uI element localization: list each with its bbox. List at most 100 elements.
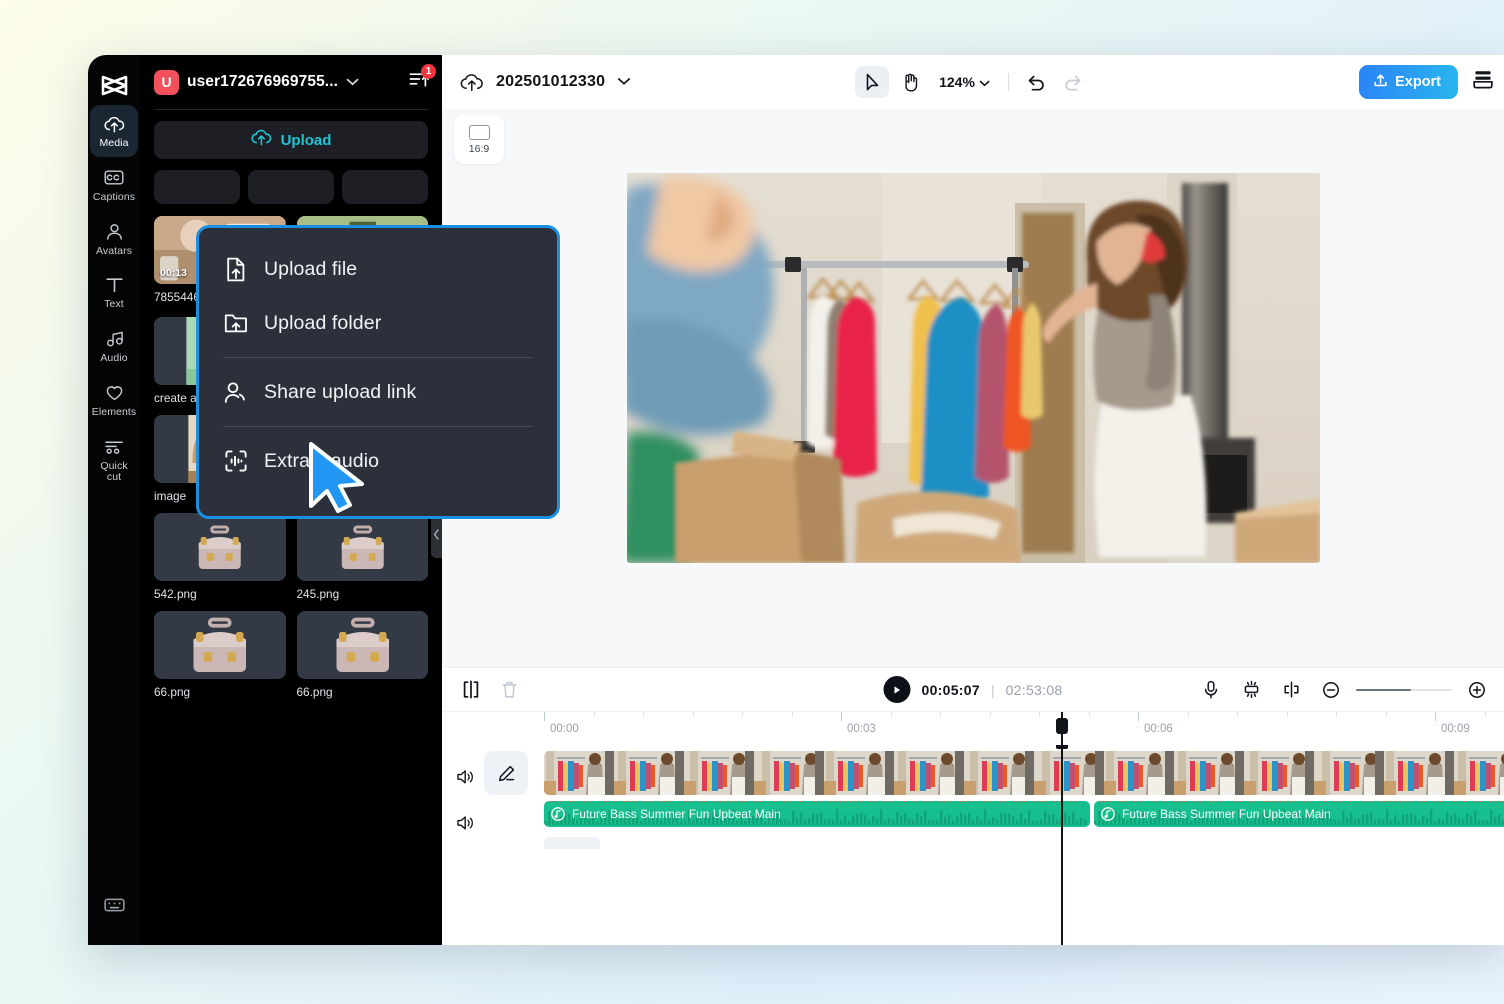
tab-local[interactable] [154,170,240,204]
export-upload-icon [1373,73,1388,92]
sidebar-item-label: Quick cut [100,459,128,484]
filmstrip-frame [1454,751,1504,795]
speaker-icon[interactable] [452,810,478,836]
playhead[interactable] [1056,745,1068,945]
play-button[interactable] [883,676,911,703]
avatar[interactable]: U [154,69,179,95]
music-note-icon [551,806,565,826]
menu-item-label: Upload file [264,257,358,280]
file-upload-icon [223,257,248,282]
ruler-tick-minor [1484,712,1486,717]
ruler-tick-minor [890,712,892,717]
layers-menu-icon[interactable] [1472,69,1494,95]
ruler-label: 00:03 [847,723,876,735]
slider-fill [1356,688,1411,691]
sidebar-item-captions[interactable]: Captions [90,159,138,211]
source-tabs [140,159,442,204]
tab-drive[interactable] [342,170,428,204]
menu-item-upload-folder[interactable]: Upload folder [199,296,557,350]
current-time[interactable]: 00:05:07 [922,682,980,698]
ruler-tick [841,712,842,721]
canvas-tools: 124% [855,66,1091,98]
account-name[interactable]: user172676969755... [187,73,338,91]
sidebar-item-audio[interactable]: Audio [90,320,138,372]
filmstrip-frame [1174,751,1244,795]
upload-context-menu: Upload file Upload folder Share upload l… [196,225,560,519]
ruler-label: 00:00 [550,723,579,735]
ruler-tick-minor [593,712,595,717]
ruler-tick-minor [742,712,743,717]
audio-icon [103,328,125,350]
keyboard-icon[interactable] [102,893,126,917]
audio-clip[interactable]: Future Bass Summer Fun Upbeat Main [544,801,1090,827]
undo-icon[interactable] [1019,66,1053,98]
ruler-tick-minor [989,712,991,717]
chevron-down-icon[interactable] [617,73,631,91]
chevron-down-icon[interactable] [346,73,359,91]
sidebar-item-quick-cut[interactable]: Quick cut [90,428,138,492]
zoom-level-value: 124% [939,74,975,90]
sidebar-item-label: Audio [100,352,128,364]
auto-cut-icon[interactable] [1236,676,1266,704]
filmstrip-frame [754,751,824,795]
playhead-knob[interactable] [1056,718,1068,734]
audio-clip[interactable]: Future Bass Summer Fun Upbeat Main [1094,801,1504,827]
split-clip-icon[interactable] [456,676,486,704]
tab-cloud[interactable] [248,170,334,204]
zoom-in-icon[interactable] [1462,676,1492,704]
sidebar-item-text[interactable]: Text [90,266,138,318]
split-apart-icon[interactable] [1276,676,1306,704]
project-title[interactable]: 202501012330 [496,73,605,91]
filmstrip-frame [544,751,614,795]
zoom-level-dropdown[interactable]: 124% [931,74,998,90]
microphone-icon[interactable] [1196,676,1226,704]
capcut-logo-icon[interactable] [88,67,140,103]
zoom-out-icon[interactable] [1316,676,1346,704]
timeline-toolbar: 00:05:07 | 02:53:08 [442,667,1504,711]
media-item[interactable]: 66.png [296,611,428,699]
video-preview[interactable] [626,173,1320,563]
menu-item-label: Extract audio [264,449,380,472]
sidebar-item-media[interactable]: Media [90,105,138,157]
empty-track-placeholder [544,837,600,849]
ruler-tick-minor [1187,712,1189,717]
pencil-icon[interactable] [484,751,528,795]
timeline-zoom-slider[interactable] [1356,683,1452,697]
playhead-knob[interactable] [1056,745,1068,749]
media-item-name: 66.png [154,685,191,699]
aspect-ratio-button[interactable]: 16:9 [454,115,504,164]
sidebar-item-avatars[interactable]: Avatars [90,213,138,265]
timeline: 00:05:07 | 02:53:08 00:00 00:03 00:06 00… [442,667,1504,945]
cloud-upload-icon[interactable] [460,73,484,92]
sidebar-item-label: Captions [92,190,136,203]
media-item[interactable]: 542.png [154,513,286,601]
ruler-tick-minor [1237,712,1238,717]
menu-item-extract-audio[interactable]: Extract audio [199,434,557,488]
speaker-icon[interactable] [452,764,478,790]
sidebar-item-label: Text [104,298,124,311]
ruler-tick-minor [1286,712,1288,717]
menu-item-upload-file[interactable]: Upload file [199,242,557,296]
task-badge-count: 1 [421,64,436,79]
filmstrip-frame [1314,751,1384,795]
media-item[interactable]: 66.png [154,611,286,699]
menu-item-share-upload-link[interactable]: Share upload link [199,365,557,419]
sidebar-item-label: Avatars [95,244,133,257]
upload-button[interactable]: Upload [154,121,428,159]
media-thumbnail [296,611,428,679]
timeline-ruler[interactable]: 00:00 00:03 00:06 00:09 [442,711,1504,745]
filmstrip-frame [964,751,1034,795]
extract-audio-icon [223,449,248,473]
task-list-icon[interactable]: 1 [409,64,436,93]
video-track-clip[interactable] [544,751,1504,795]
filmstrip-frame [1034,751,1104,795]
sidebar-item-elements[interactable]: Elements [90,374,138,426]
media-thumbnail [296,513,428,581]
filmstrip-frame [614,751,684,795]
cursor-arrow-icon[interactable] [855,66,890,98]
ruler-tick-minor [643,712,644,717]
media-item[interactable]: 245.png [296,513,428,601]
timeline-tracks[interactable]: Future Bass Summer Fun Upbeat Main Future… [442,745,1504,945]
export-button[interactable]: Export [1359,65,1458,99]
hand-icon[interactable] [893,66,927,98]
